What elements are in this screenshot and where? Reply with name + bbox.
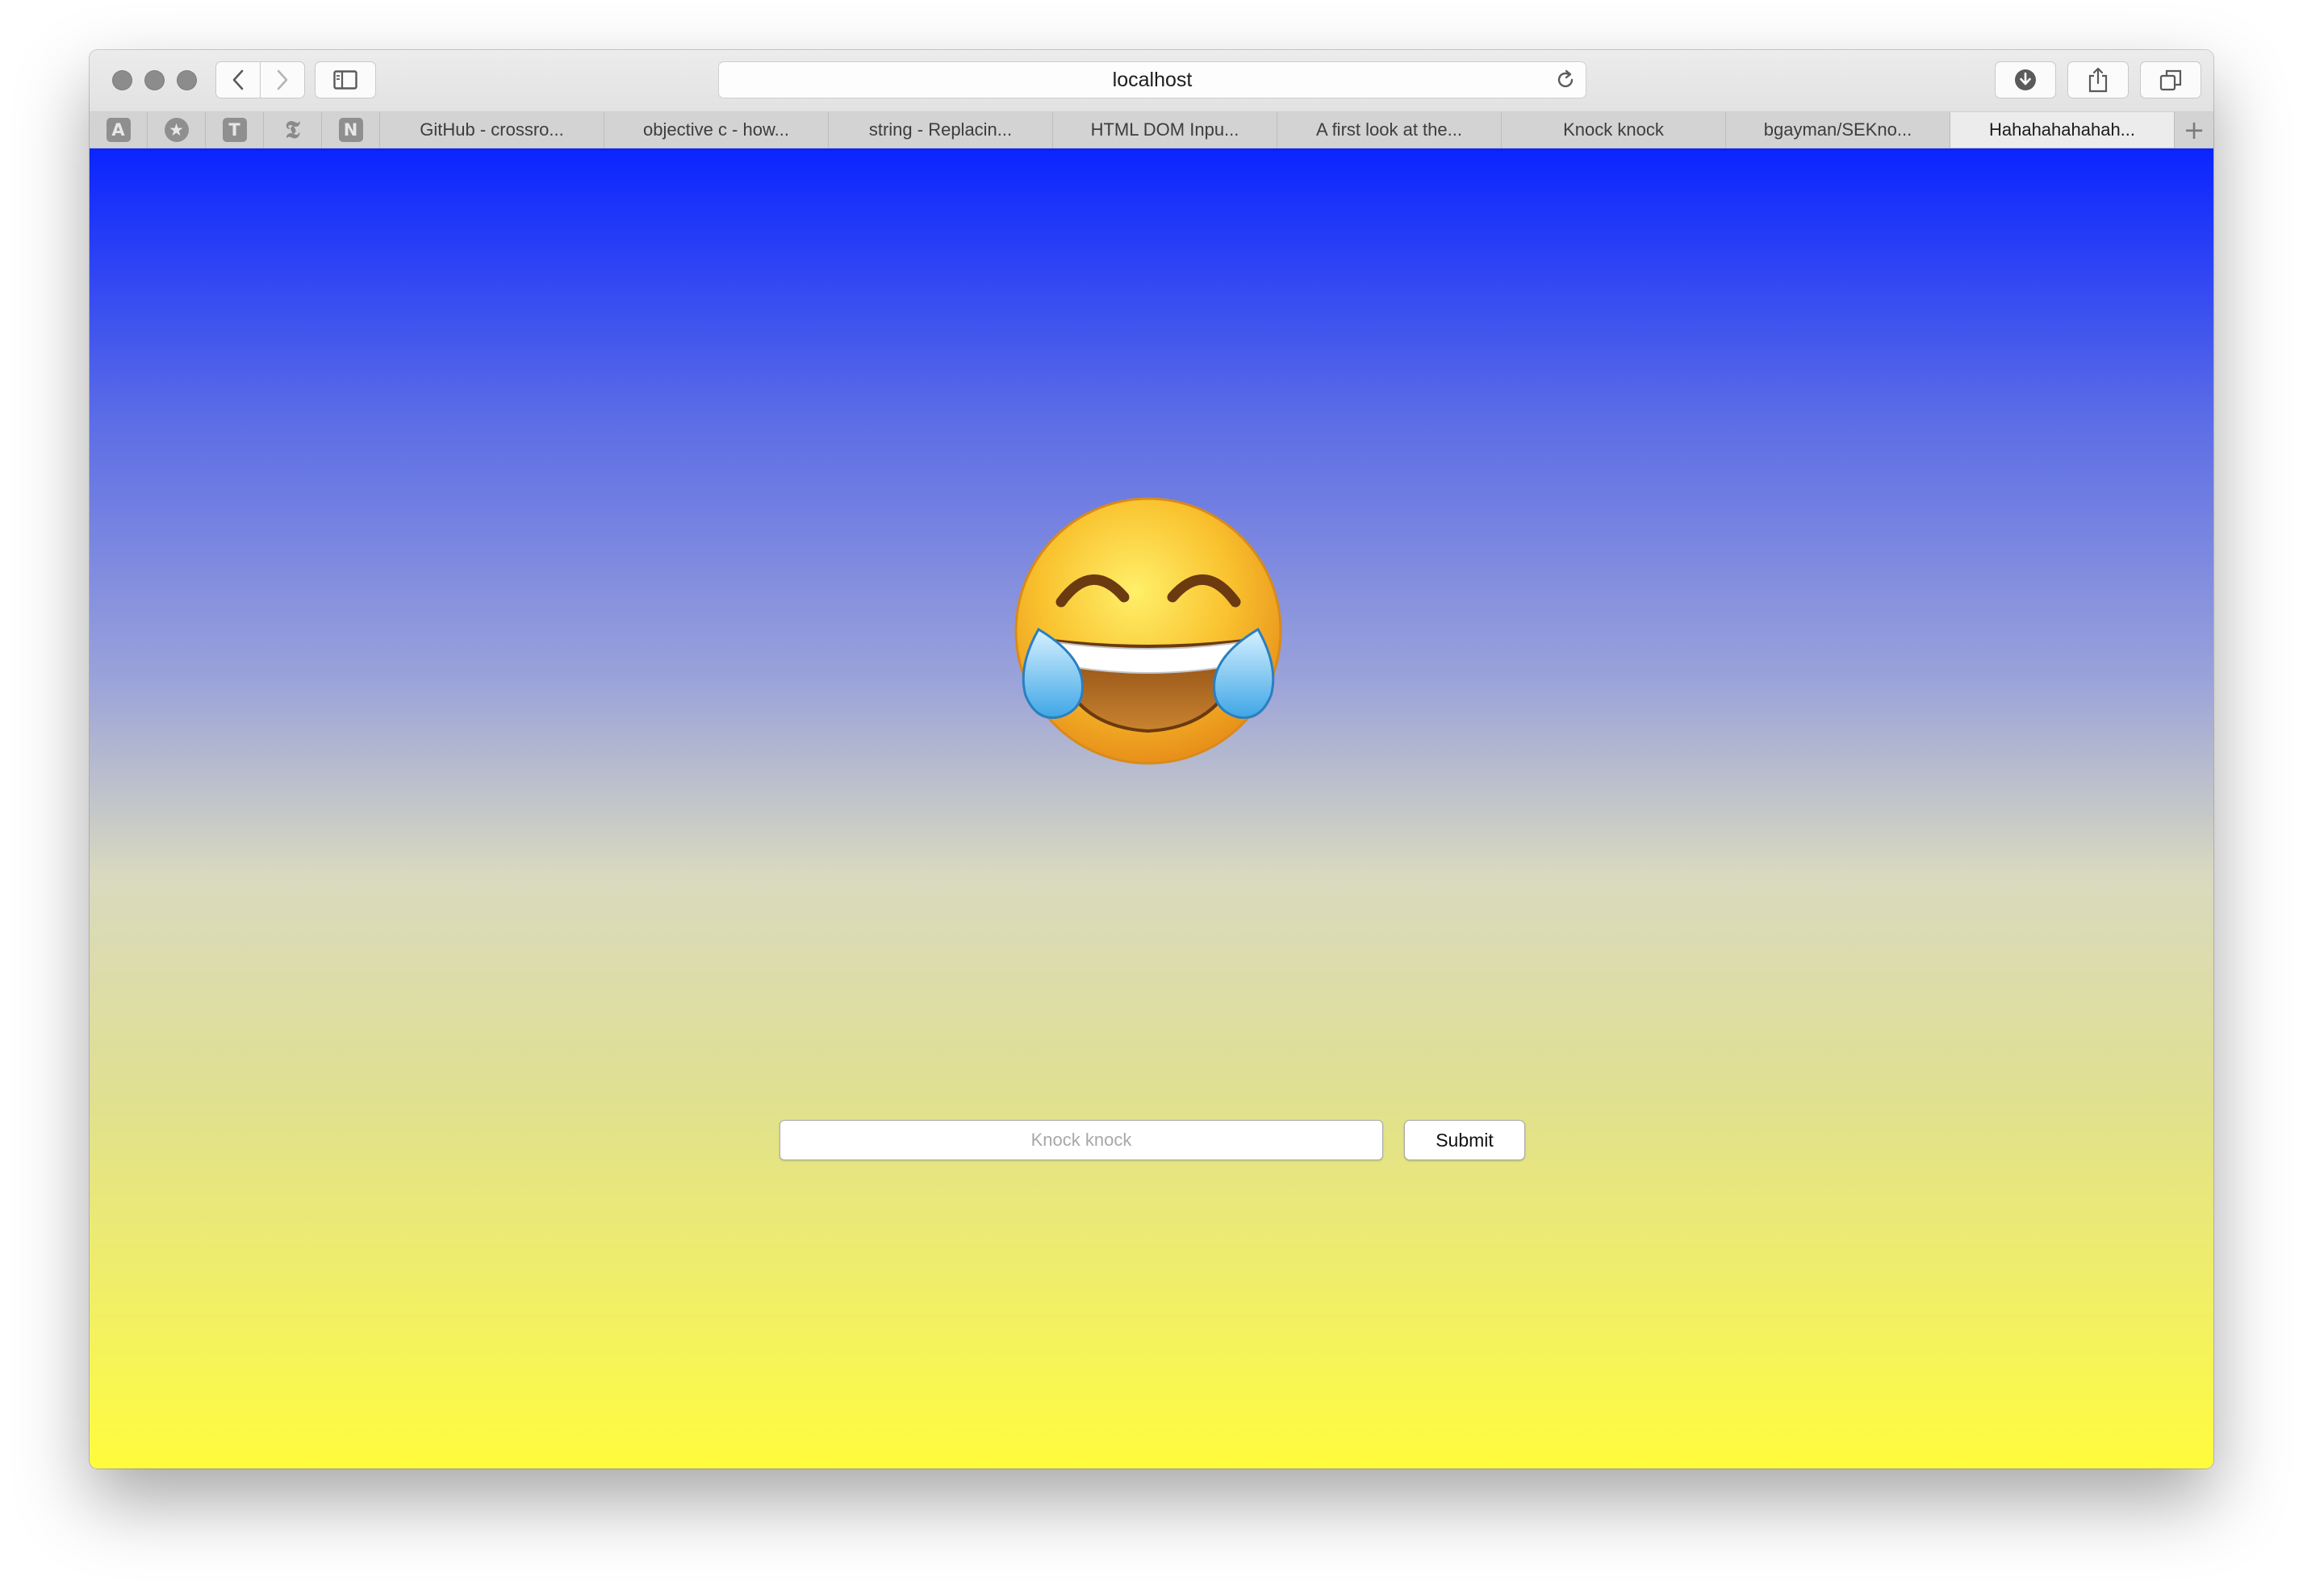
browser-toolbar: localhost	[90, 50, 2213, 112]
tab[interactable]: GitHub - crossro...	[380, 112, 604, 148]
new-tab-button[interactable]: +	[2175, 112, 2213, 148]
knock-knock-input[interactable]	[780, 1120, 1383, 1160]
chevron-right-icon	[277, 69, 288, 90]
reload-icon[interactable]	[1555, 69, 1576, 94]
browser-window: localhost A ★ T 𝕿 N GitHub - crossro... …	[90, 50, 2213, 1469]
tab[interactable]: objective c - how...	[604, 112, 829, 148]
share-icon	[2088, 67, 2108, 93]
tab[interactable]: A first look at the...	[1277, 112, 1502, 148]
page-content: Submit	[90, 148, 2213, 1469]
nyt-logo-icon: 𝕿	[285, 115, 300, 144]
back-button[interactable]	[215, 61, 261, 98]
pinned-tab-2[interactable]: ★	[148, 112, 206, 148]
pinned-tab-3[interactable]: T	[206, 112, 264, 148]
downloads-button[interactable]	[1995, 61, 2056, 98]
letter-a-icon: A	[106, 118, 131, 142]
forward-button[interactable]	[260, 61, 305, 98]
star-badge-icon: ★	[164, 118, 189, 142]
letter-t-icon: T	[222, 118, 247, 142]
chevron-left-icon	[232, 69, 244, 90]
tab[interactable]: HTML DOM Inpu...	[1053, 112, 1277, 148]
submit-button[interactable]: Submit	[1404, 1120, 1525, 1160]
tabs-overview-icon	[2159, 69, 2182, 91]
tears-of-joy-emoji-icon	[1014, 497, 1282, 765]
pinned-tab-5[interactable]: N	[322, 112, 380, 148]
pinned-tab-4[interactable]: 𝕿	[264, 112, 322, 148]
address-url: localhost	[1112, 68, 1193, 91]
download-icon	[2015, 69, 2036, 90]
tab-active[interactable]: Hahahahahahah...	[1950, 112, 2175, 148]
sidebar-toggle-button[interactable]	[315, 61, 376, 98]
zoom-window-button[interactable]	[177, 70, 197, 90]
tab-bar: A ★ T 𝕿 N GitHub - crossro... objective …	[90, 112, 2213, 148]
letter-n-icon: N	[338, 118, 363, 142]
tab[interactable]: Knock knock	[1502, 112, 1726, 148]
address-bar[interactable]: localhost	[718, 61, 1586, 98]
tab[interactable]: string - Replacin...	[829, 112, 1053, 148]
tab[interactable]: bgayman/SEKno...	[1726, 112, 1950, 148]
pinned-tab-1[interactable]: A	[90, 112, 148, 148]
sidebar-icon	[333, 70, 357, 90]
show-all-tabs-button[interactable]	[2140, 61, 2201, 98]
minimize-window-button[interactable]	[144, 70, 165, 90]
share-button[interactable]	[2067, 61, 2129, 98]
close-window-button[interactable]	[112, 70, 132, 90]
